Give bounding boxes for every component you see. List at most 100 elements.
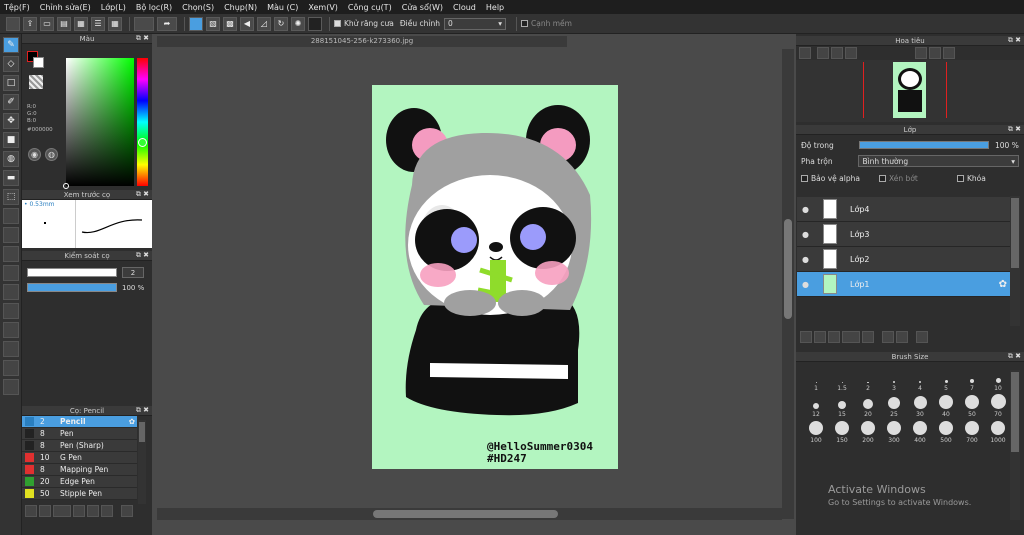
layer-opacity-slider[interactable] [859, 141, 989, 149]
duplicate-layer-icon[interactable] [828, 331, 840, 343]
brush-size-option[interactable]: 25 [881, 394, 907, 418]
menu-item[interactable]: Lớp(L) [101, 3, 126, 12]
rotate-icon[interactable]: ↻ [274, 16, 288, 31]
transparent-color[interactable] [29, 75, 43, 89]
new-layer-folder-icon[interactable] [814, 331, 826, 343]
layer-row[interactable]: ● Lớp3 [797, 222, 1011, 247]
antialias-checkbox[interactable]: Khử răng cưa [334, 19, 394, 28]
zoom-in-icon[interactable] [799, 47, 811, 59]
color-swatch-button[interactable] [308, 16, 322, 31]
panel-buttons[interactable]: ⧉ ✖ [136, 34, 149, 43]
zoom-icon[interactable] [817, 47, 829, 59]
brush-size-option[interactable]: 70 [985, 394, 1011, 418]
brush-size-option[interactable]: 7 [959, 368, 985, 392]
menu-item[interactable]: Công cụ(T) [348, 3, 392, 12]
brush-size-option[interactable]: 20 [855, 394, 881, 418]
snap-icon[interactable]: ✺ [291, 16, 305, 31]
brush-size-option[interactable]: 100 [803, 420, 829, 444]
brush-size-option[interactable]: 400 [907, 420, 933, 444]
menu-item[interactable]: Help [486, 3, 504, 12]
document-icon[interactable]: ▦ [74, 16, 88, 31]
tool-slot-icon[interactable] [3, 265, 19, 281]
flip-horizontal-icon[interactable] [943, 47, 955, 59]
brush-size-option[interactable]: 15 [829, 394, 855, 418]
panel-buttons[interactable]: ⧉ ✖ [136, 190, 149, 199]
palette-icon[interactable]: ◉ [28, 148, 41, 161]
brush-size-option[interactable]: 30 [907, 394, 933, 418]
swatch-icon[interactable]: ◍ [45, 148, 58, 161]
navigator-preview[interactable] [796, 60, 1024, 122]
brush-list-scrollbar[interactable] [138, 420, 146, 504]
layer-menu-icon[interactable] [842, 331, 860, 343]
comment-icon[interactable]: ▤ [57, 16, 71, 31]
tool-slot-icon[interactable] [3, 360, 19, 376]
settings-brush-icon[interactable] [87, 505, 99, 517]
new-brush-icon[interactable] [39, 505, 51, 517]
brush-list-item[interactable]: 50 Stipple Pen [22, 488, 137, 500]
list-icon[interactable]: ☰ [91, 16, 105, 31]
eraser-tool-icon[interactable]: ◇ [3, 56, 19, 72]
select-tool-icon[interactable]: ⬚ [3, 189, 19, 205]
diagonal-icon[interactable]: ◿ [257, 16, 271, 31]
brush-size-option[interactable]: 5 [933, 368, 959, 392]
panel-buttons[interactable]: ⧉ ✖ [1008, 36, 1021, 45]
layer-row[interactable]: ● Lớp4 [797, 197, 1011, 222]
menu-item[interactable]: Xem(V) [308, 3, 338, 12]
document-tab[interactable]: 288151045-256-k273360.jpg [157, 36, 567, 47]
brush-size-option[interactable]: 200 [855, 420, 881, 444]
fill-rect-tool-icon[interactable]: ■ [3, 132, 19, 148]
menu-item[interactable]: Chọn(S) [182, 3, 214, 12]
redo-button[interactable]: ➦ [157, 16, 177, 31]
tool-slot-icon[interactable] [3, 284, 19, 300]
brush-list-item[interactable]: 8 Pen [22, 428, 137, 440]
chat-icon[interactable]: ▭ [40, 16, 54, 31]
gear-icon[interactable]: ✿ [999, 279, 1007, 290]
brush-size-option[interactable]: 50 [959, 394, 985, 418]
panel-buttons[interactable]: ⧉ ✖ [1008, 125, 1021, 134]
brush-size-option[interactable]: 150 [829, 420, 855, 444]
layer-row[interactable]: ● Lớp2 [797, 247, 1011, 272]
move-tool-icon[interactable]: ✥ [3, 113, 19, 129]
tool-slot-icon[interactable] [3, 341, 19, 357]
hue-slider[interactable] [137, 58, 148, 186]
eye-icon[interactable]: ● [802, 255, 811, 264]
shape-tool-icon[interactable]: □ [3, 75, 19, 91]
clipping-checkbox[interactable]: Xén bớt [879, 174, 951, 183]
open-button[interactable]: ⇪ [23, 16, 37, 31]
menu-item[interactable]: Cloud [453, 3, 476, 12]
brush-opacity-slider[interactable] [27, 283, 117, 292]
canvas-horizontal-scrollbar[interactable] [157, 508, 782, 520]
brush-size-option[interactable]: 300 [881, 420, 907, 444]
tool-slot-icon[interactable] [3, 322, 19, 338]
copy-brush-icon[interactable] [73, 505, 85, 517]
new-file-button[interactable] [6, 16, 20, 31]
transfer-layer-icon[interactable] [896, 331, 908, 343]
menu-item[interactable]: Chụp(N) [224, 3, 257, 12]
merge-layer-icon[interactable] [882, 331, 894, 343]
brush-size-option[interactable]: 700 [959, 420, 985, 444]
brush-list-item[interactable]: 8 Pen (Sharp) [22, 440, 137, 452]
brush-size-option[interactable]: 3 [881, 368, 907, 392]
correction-select[interactable]: 0 ▾ [444, 17, 506, 30]
brush-size-option[interactable]: 2 [855, 368, 881, 392]
pattern-icon[interactable]: ▩ [223, 16, 237, 31]
folder-icon[interactable] [862, 331, 874, 343]
panel-buttons[interactable]: ⧉ ✖ [1008, 352, 1021, 361]
tool-slot-icon[interactable] [3, 303, 19, 319]
brush-size-option[interactable]: 1 [803, 368, 829, 392]
panel-buttons[interactable]: ⧉ ✖ [136, 251, 149, 260]
brush-size-slider[interactable] [27, 268, 117, 277]
layer-list-scrollbar[interactable] [1010, 196, 1020, 326]
horizontal-scroll-thumb[interactable] [373, 510, 558, 518]
brush-list-item[interactable]: 8 Mapping Pen [22, 464, 137, 476]
brush-list-item[interactable]: 20 Edge Pen [22, 476, 137, 488]
document-canvas[interactable]: @HelloSummer0304 #HD247 [372, 85, 618, 469]
selection-mode-button[interactable] [189, 16, 203, 31]
brush-size-input[interactable]: 2 [122, 267, 144, 278]
brush-list-item[interactable]: 10 G Pen [22, 452, 137, 464]
eye-icon[interactable]: ● [802, 205, 811, 214]
protect-alpha-checkbox[interactable]: Bảo vệ alpha [801, 174, 873, 183]
canvas-vertical-scrollbar[interactable] [782, 49, 794, 519]
menu-item[interactable]: Bộ lọc(R) [136, 3, 172, 12]
brush-size-option[interactable]: 500 [933, 420, 959, 444]
